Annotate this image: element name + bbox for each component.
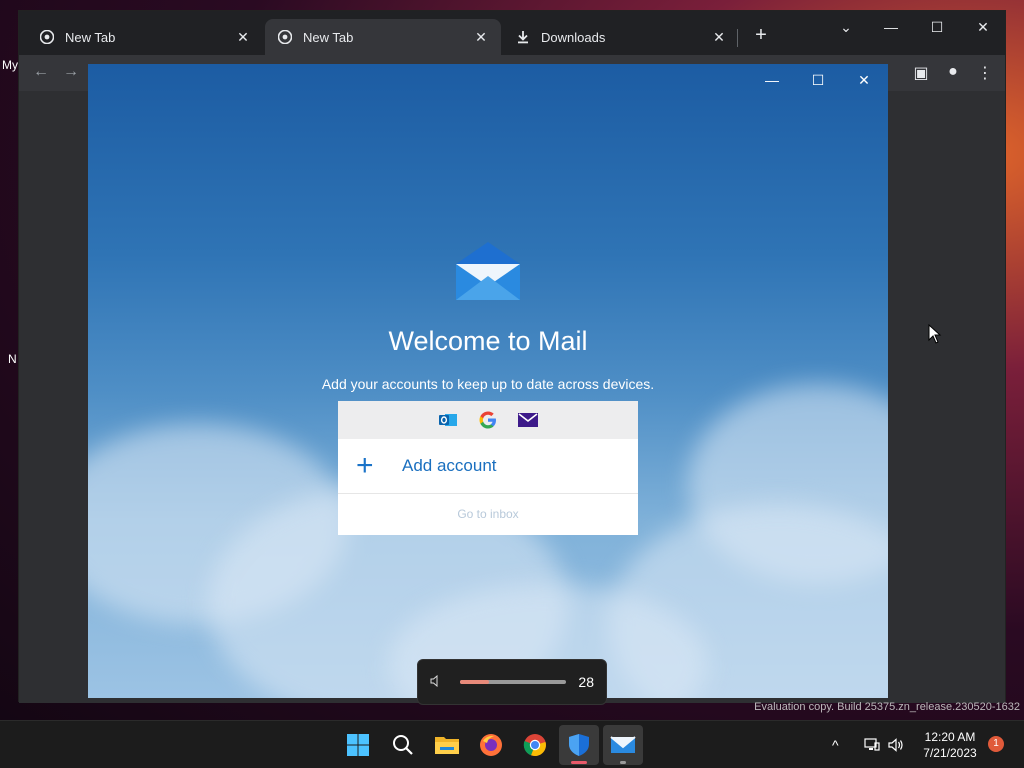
tray-overflow-chevron-icon[interactable]: ^ (832, 721, 839, 768)
volume-value: 28 (578, 674, 594, 690)
tab-title: Downloads (541, 29, 606, 45)
close-button[interactable]: ✕ (973, 19, 993, 36)
add-account-label: Add account (402, 456, 497, 475)
tab-strip: New Tab ✕ New Tab ✕ Downloads ✕ + ⌄ — ☐ … (19, 11, 1005, 55)
mail-icon[interactable] (603, 725, 643, 765)
maximize-button[interactable]: ☐ (927, 19, 947, 36)
windows-security-icon[interactable] (559, 725, 599, 765)
tab-downloads[interactable]: Downloads ✕ (503, 19, 739, 55)
evaluation-watermark: Evaluation copy. Build 25375.zn_release.… (754, 701, 1020, 713)
outlook-icon (438, 410, 458, 430)
desktop-label-fragment: My (2, 58, 18, 72)
forward-button[interactable]: → (61, 63, 81, 81)
chrome-icon (39, 29, 55, 45)
tab-new-tab-2[interactable]: New Tab ✕ (265, 19, 501, 55)
google-icon (478, 410, 498, 430)
side-panel-icon[interactable]: ▣ (911, 63, 931, 83)
clock-date: 7/21/2023 (923, 746, 977, 760)
add-account-button[interactable]: + Add account (338, 439, 638, 494)
taskbar: ^ 12:20 AM 7/21/2023 (0, 720, 1024, 768)
profile-icon[interactable]: ● (943, 63, 963, 81)
tab-close-button[interactable]: ✕ (473, 29, 489, 46)
mail-welcome-title: Welcome to Mail (388, 326, 588, 356)
app-running-indicator (571, 761, 587, 764)
account-card: + Add account Go to inbox (338, 401, 638, 535)
mail-welcome-subtitle: Add your accounts to keep up to date acr… (321, 376, 655, 392)
tab-separator (737, 29, 738, 47)
tab-title: New Tab (65, 29, 116, 45)
mail-close-button[interactable]: ✕ (854, 72, 874, 89)
notification-badge[interactable]: 1 (988, 736, 1004, 752)
clock-time: 12:20 AM (924, 730, 976, 744)
tab-search-dropdown-icon[interactable]: ⌄ (836, 19, 856, 36)
mouse-cursor-icon (928, 324, 942, 344)
provider-icons-row (338, 401, 638, 439)
desktop-label-fragment: N (8, 352, 17, 366)
windows-start-icon[interactable] (338, 725, 378, 765)
tab-close-button[interactable]: ✕ (235, 29, 251, 46)
plus-icon: + (356, 449, 374, 482)
tab-close-button[interactable]: ✕ (711, 29, 727, 46)
chrome-icon[interactable] (515, 725, 555, 765)
tab-title: New Tab (303, 29, 354, 45)
download-icon (515, 29, 531, 45)
volume-slider[interactable] (459, 680, 567, 684)
minimize-button[interactable]: — (881, 19, 901, 35)
search-icon[interactable] (383, 725, 423, 765)
firefox-icon[interactable] (471, 725, 511, 765)
mail-minimize-button[interactable]: — (762, 72, 782, 88)
mail-maximize-button[interactable]: ☐ (808, 72, 828, 89)
go-to-inbox-button[interactable]: Go to inbox (338, 494, 638, 534)
menu-icon[interactable]: ⋮ (975, 63, 995, 83)
mail-logo-icon (456, 242, 520, 300)
back-button[interactable]: ← (31, 63, 51, 81)
volume-flyout: 28 (417, 659, 607, 705)
network-icon[interactable] (864, 721, 880, 768)
volume-slider-fill (459, 680, 490, 684)
tab-new-tab-1[interactable]: New Tab ✕ (27, 19, 263, 55)
chrome-icon (277, 29, 293, 45)
speaker-icon[interactable] (430, 674, 446, 690)
app-running-indicator (620, 761, 626, 764)
new-tab-button[interactable]: + (749, 25, 773, 45)
mail-icon (518, 410, 538, 430)
file-explorer-icon[interactable] (427, 725, 467, 765)
clock[interactable]: 12:20 AM 7/21/2023 (912, 729, 988, 761)
mail-window: — ☐ ✕ Welcome to Mail Add your accounts … (88, 64, 888, 698)
volume-tray-icon[interactable] (888, 721, 904, 768)
